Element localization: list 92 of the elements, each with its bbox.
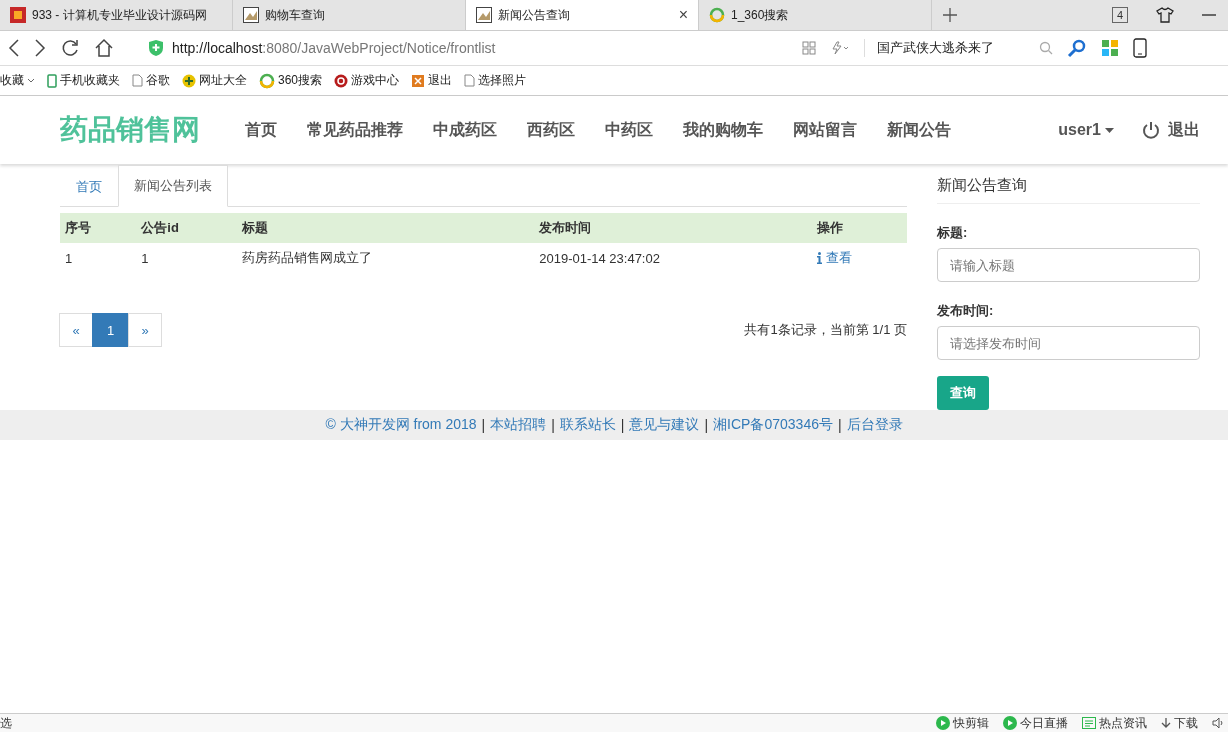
status-item[interactable]: 热点资讯 xyxy=(1099,714,1147,732)
status-text: 选 xyxy=(0,714,12,732)
bookmark-link[interactable]: 手机收藏夹 xyxy=(60,72,120,89)
phone-icon xyxy=(47,73,57,88)
apps-icon[interactable] xyxy=(1101,39,1119,57)
table-cell: 1 xyxy=(136,243,238,273)
phone-icon[interactable] xyxy=(1133,38,1147,58)
info-icon xyxy=(816,252,822,264)
caret-icon xyxy=(27,77,35,84)
table-cell: 2019-01-14 23:47:02 xyxy=(534,243,812,273)
nav-link[interactable]: 常见药品推荐 xyxy=(292,119,418,141)
field-label: 标题: xyxy=(937,224,969,242)
next-page-button[interactable]: » xyxy=(128,313,162,347)
plus-icon[interactable] xyxy=(942,7,958,23)
lightning-icon[interactable] xyxy=(830,41,850,55)
column-header: 序号 xyxy=(60,213,137,243)
breadcrumb-tab[interactable]: 新闻公告列表 xyxy=(118,165,228,207)
field-label: 发布时间: xyxy=(937,302,995,320)
status-item[interactable]: 下载 xyxy=(1174,714,1198,732)
caret-icon[interactable] xyxy=(1105,127,1114,133)
table-cell: 1 xyxy=(60,243,137,273)
browser-tab[interactable]: 新闻公告查询 × xyxy=(466,0,699,30)
reload-icon[interactable] xyxy=(60,38,80,58)
column-header: 公告id xyxy=(136,213,238,243)
column-header: 操作 xyxy=(811,213,907,243)
site-icon xyxy=(10,7,26,23)
bookmark-link[interactable]: 游戏中心 xyxy=(351,72,400,89)
status-item[interactable]: 今日直播 xyxy=(1020,714,1068,732)
page-icon xyxy=(132,74,143,87)
separator: | xyxy=(620,417,625,433)
plus-circle-icon xyxy=(182,73,196,88)
nav-link[interactable]: 网站留言 xyxy=(778,119,872,141)
input-field[interactable]: 请选择发布时间 xyxy=(937,326,1200,360)
back-icon[interactable] xyxy=(8,38,20,58)
footer-link[interactable]: 意见与建议 xyxy=(629,416,700,434)
bookmark-link[interactable]: 网址大全 xyxy=(199,72,247,89)
ring-icon xyxy=(709,7,725,23)
footer-link[interactable]: 湘ICP备0703346号 xyxy=(713,416,833,434)
bookmark-link[interactable]: 退出 xyxy=(428,72,453,89)
browser-tab[interactable]: 购物车查询 xyxy=(233,0,466,30)
separator: | xyxy=(704,417,709,433)
search-icon[interactable] xyxy=(1067,38,1087,58)
forward-icon[interactable] xyxy=(34,38,46,58)
bookmark-link[interactable]: 360搜索 xyxy=(278,72,323,89)
nav-link[interactable]: 中药区 xyxy=(590,119,668,141)
bookmark-link[interactable]: 谷歌 xyxy=(146,72,170,89)
table-cell: 药房药品销售网成立了 xyxy=(237,243,535,273)
browser-tab[interactable]: 933 - 计算机专业毕业设计源码网 xyxy=(0,0,233,30)
nav-link[interactable]: 中成药区 xyxy=(418,119,512,141)
separator: | xyxy=(837,417,842,433)
input-field[interactable]: 请输入标题 xyxy=(937,248,1200,282)
home-icon[interactable] xyxy=(94,38,114,58)
download-icon xyxy=(1161,717,1171,729)
separator: | xyxy=(481,417,486,433)
search-suggestion[interactable]: 国产武侠大逃杀来了 xyxy=(877,39,994,57)
record-summary: 共有1条记录，当前第 1/1 页 xyxy=(744,321,907,339)
picture-icon xyxy=(243,7,259,23)
ring-icon xyxy=(259,72,275,89)
speaker-icon[interactable] xyxy=(1212,717,1224,729)
bookmark-link[interactable]: 选择照片 xyxy=(478,72,527,89)
picture-icon xyxy=(476,7,492,23)
user-menu[interactable]: user1 xyxy=(1058,121,1101,139)
shield-icon xyxy=(148,39,164,57)
minimize-icon[interactable] xyxy=(1202,13,1216,17)
page-icon xyxy=(464,74,476,87)
nav-link[interactable]: 新闻公告 xyxy=(872,119,966,141)
panel-title: 新闻公告查询 xyxy=(937,166,1200,204)
column-header: 发布时间 xyxy=(534,213,812,243)
nav-link[interactable]: 我的购物车 xyxy=(668,119,778,141)
separator: | xyxy=(551,417,555,433)
view-link[interactable]: 查看 xyxy=(816,249,852,267)
nav-link[interactable]: 西药区 xyxy=(512,119,590,141)
favorites-menu[interactable]: 收藏 xyxy=(0,72,35,89)
game-icon xyxy=(334,73,349,88)
status-item[interactable]: 快剪辑 xyxy=(953,714,989,732)
browser-tab[interactable]: 1_360搜索 xyxy=(699,0,932,30)
footer-link[interactable]: 联系站长 xyxy=(559,416,616,434)
page-button[interactable]: 1 xyxy=(92,313,129,347)
box-icon xyxy=(411,73,426,88)
url-text[interactable]: http://localhost:8080/JavaWebProject/Notice/frontlist xyxy=(172,40,496,56)
nav-link[interactable]: 首页 xyxy=(230,119,292,141)
logout-link[interactable]: 退出 xyxy=(1168,119,1200,141)
shirt-icon[interactable] xyxy=(1156,7,1174,23)
close-icon[interactable]: × xyxy=(678,6,688,24)
news-icon xyxy=(1082,717,1096,729)
column-header: 标题 xyxy=(237,213,535,243)
breadcrumb-tab[interactable]: 首页 xyxy=(60,166,118,207)
power-icon[interactable] xyxy=(1142,121,1160,139)
footer-link[interactable]: 本站招聘 xyxy=(490,416,547,434)
footer-link[interactable]: 后台登录 xyxy=(846,416,903,434)
tab-count[interactable]: 4 xyxy=(1111,7,1128,23)
footer-link[interactable]: © 大神开发网 from 2018 xyxy=(325,416,477,434)
